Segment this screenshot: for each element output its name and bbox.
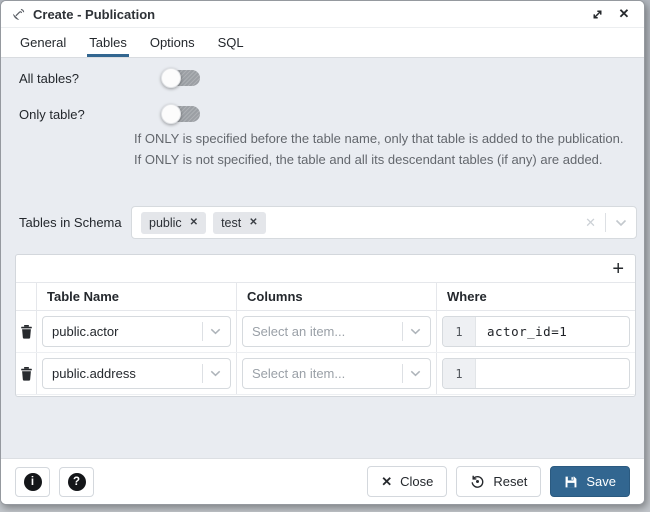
schema-chip: test ✕ [213,212,266,234]
columns-select[interactable]: Select an item... [242,358,431,389]
only-table-label: Only table? [19,107,85,122]
schema-chip-label: test [221,216,241,230]
only-table-help-text: If ONLY is specified before the table na… [134,128,632,170]
grid-header-row: Table Name Columns Where [16,282,635,311]
chevron-down-icon [210,328,221,335]
reset-button-label: Reset [493,474,527,489]
dialog-footer: i ? ✕ Close Reset [1,458,644,504]
columns-select[interactable]: Select an item... [242,316,431,347]
header-cell-actions [16,283,37,310]
add-row-button[interactable]: + [612,259,624,279]
info-button[interactable]: i [15,467,50,497]
only-table-toggle[interactable] [161,104,201,124]
chevron-down-icon[interactable] [615,219,627,227]
help-icon: ? [68,473,86,491]
tables-grid: + Table Name Columns Where [15,254,636,397]
close-x-icon: ✕ [381,475,392,488]
table-name-select[interactable]: public.actor [42,316,231,347]
info-icon: i [24,473,42,491]
reset-icon [470,474,485,489]
table-name-value: public.address [52,366,136,381]
save-button-label: Save [586,474,616,489]
table-row: public.actor Select an item... [16,311,635,353]
tab-general[interactable]: General [18,28,68,57]
tables-tab-panel: All tables? Only table? If ONLY is speci… [1,58,644,458]
delete-row-icon[interactable] [21,367,32,381]
close-window-icon[interactable]: ✕ [614,4,634,24]
line-number-gutter: 1 [443,359,476,388]
tab-sql[interactable]: SQL [216,28,246,57]
tables-in-schema-label: Tables in Schema [19,215,122,230]
header-cell-where: Where [437,283,635,310]
all-tables-toggle[interactable] [161,68,201,88]
help-button[interactable]: ? [59,467,94,497]
where-code [476,359,487,388]
delete-row-icon[interactable] [21,325,32,339]
all-tables-label: All tables? [19,71,79,86]
tab-bar: General Tables Options SQL [1,28,644,58]
title-bar: Create - Publication ✕ [1,1,644,28]
toggle-knob [161,68,181,88]
header-cell-table-name: Table Name [37,283,237,310]
header-cell-columns: Columns [237,283,437,310]
where-code-editor[interactable]: 1 [442,358,630,389]
where-code: actor_id=1 [476,317,567,346]
publication-icon [11,7,26,22]
remove-chip-icon[interactable]: ✕ [249,218,257,228]
clear-selection-icon[interactable]: ✕ [585,216,596,229]
columns-placeholder: Select an item... [252,366,345,381]
table-name-select[interactable]: public.address [42,358,231,389]
where-code-editor[interactable]: 1 actor_id=1 [442,316,630,347]
tab-options[interactable]: Options [148,28,197,57]
divider [605,213,606,232]
grid-toolbar: + [16,255,635,282]
chevron-down-icon [210,370,221,377]
remove-chip-icon[interactable]: ✕ [190,218,198,228]
tables-in-schema-select[interactable]: public ✕ test ✕ ✕ [131,206,637,239]
save-icon [564,475,578,489]
close-button-label: Close [400,474,433,489]
save-button[interactable]: Save [550,466,630,497]
divider [402,364,403,383]
select-controls: ✕ [585,213,627,232]
columns-placeholder: Select an item... [252,324,345,339]
divider [202,364,203,383]
table-row: public.address Select an item... [16,353,635,395]
toggle-knob [161,104,181,124]
table-name-value: public.actor [52,324,118,339]
create-publication-dialog: Create - Publication ✕ General Tables Op… [0,0,645,505]
close-button[interactable]: ✕ Close [367,466,447,497]
line-number-gutter: 1 [443,317,476,346]
dialog-title: Create - Publication [33,7,155,22]
schema-chip-label: public [149,216,182,230]
chevron-down-icon [410,328,421,335]
tab-tables[interactable]: Tables [87,28,129,57]
reset-button[interactable]: Reset [456,466,541,497]
chevron-down-icon [410,370,421,377]
divider [202,322,203,341]
divider [402,322,403,341]
schema-chip: public ✕ [141,212,206,234]
maximize-icon[interactable] [587,4,607,24]
